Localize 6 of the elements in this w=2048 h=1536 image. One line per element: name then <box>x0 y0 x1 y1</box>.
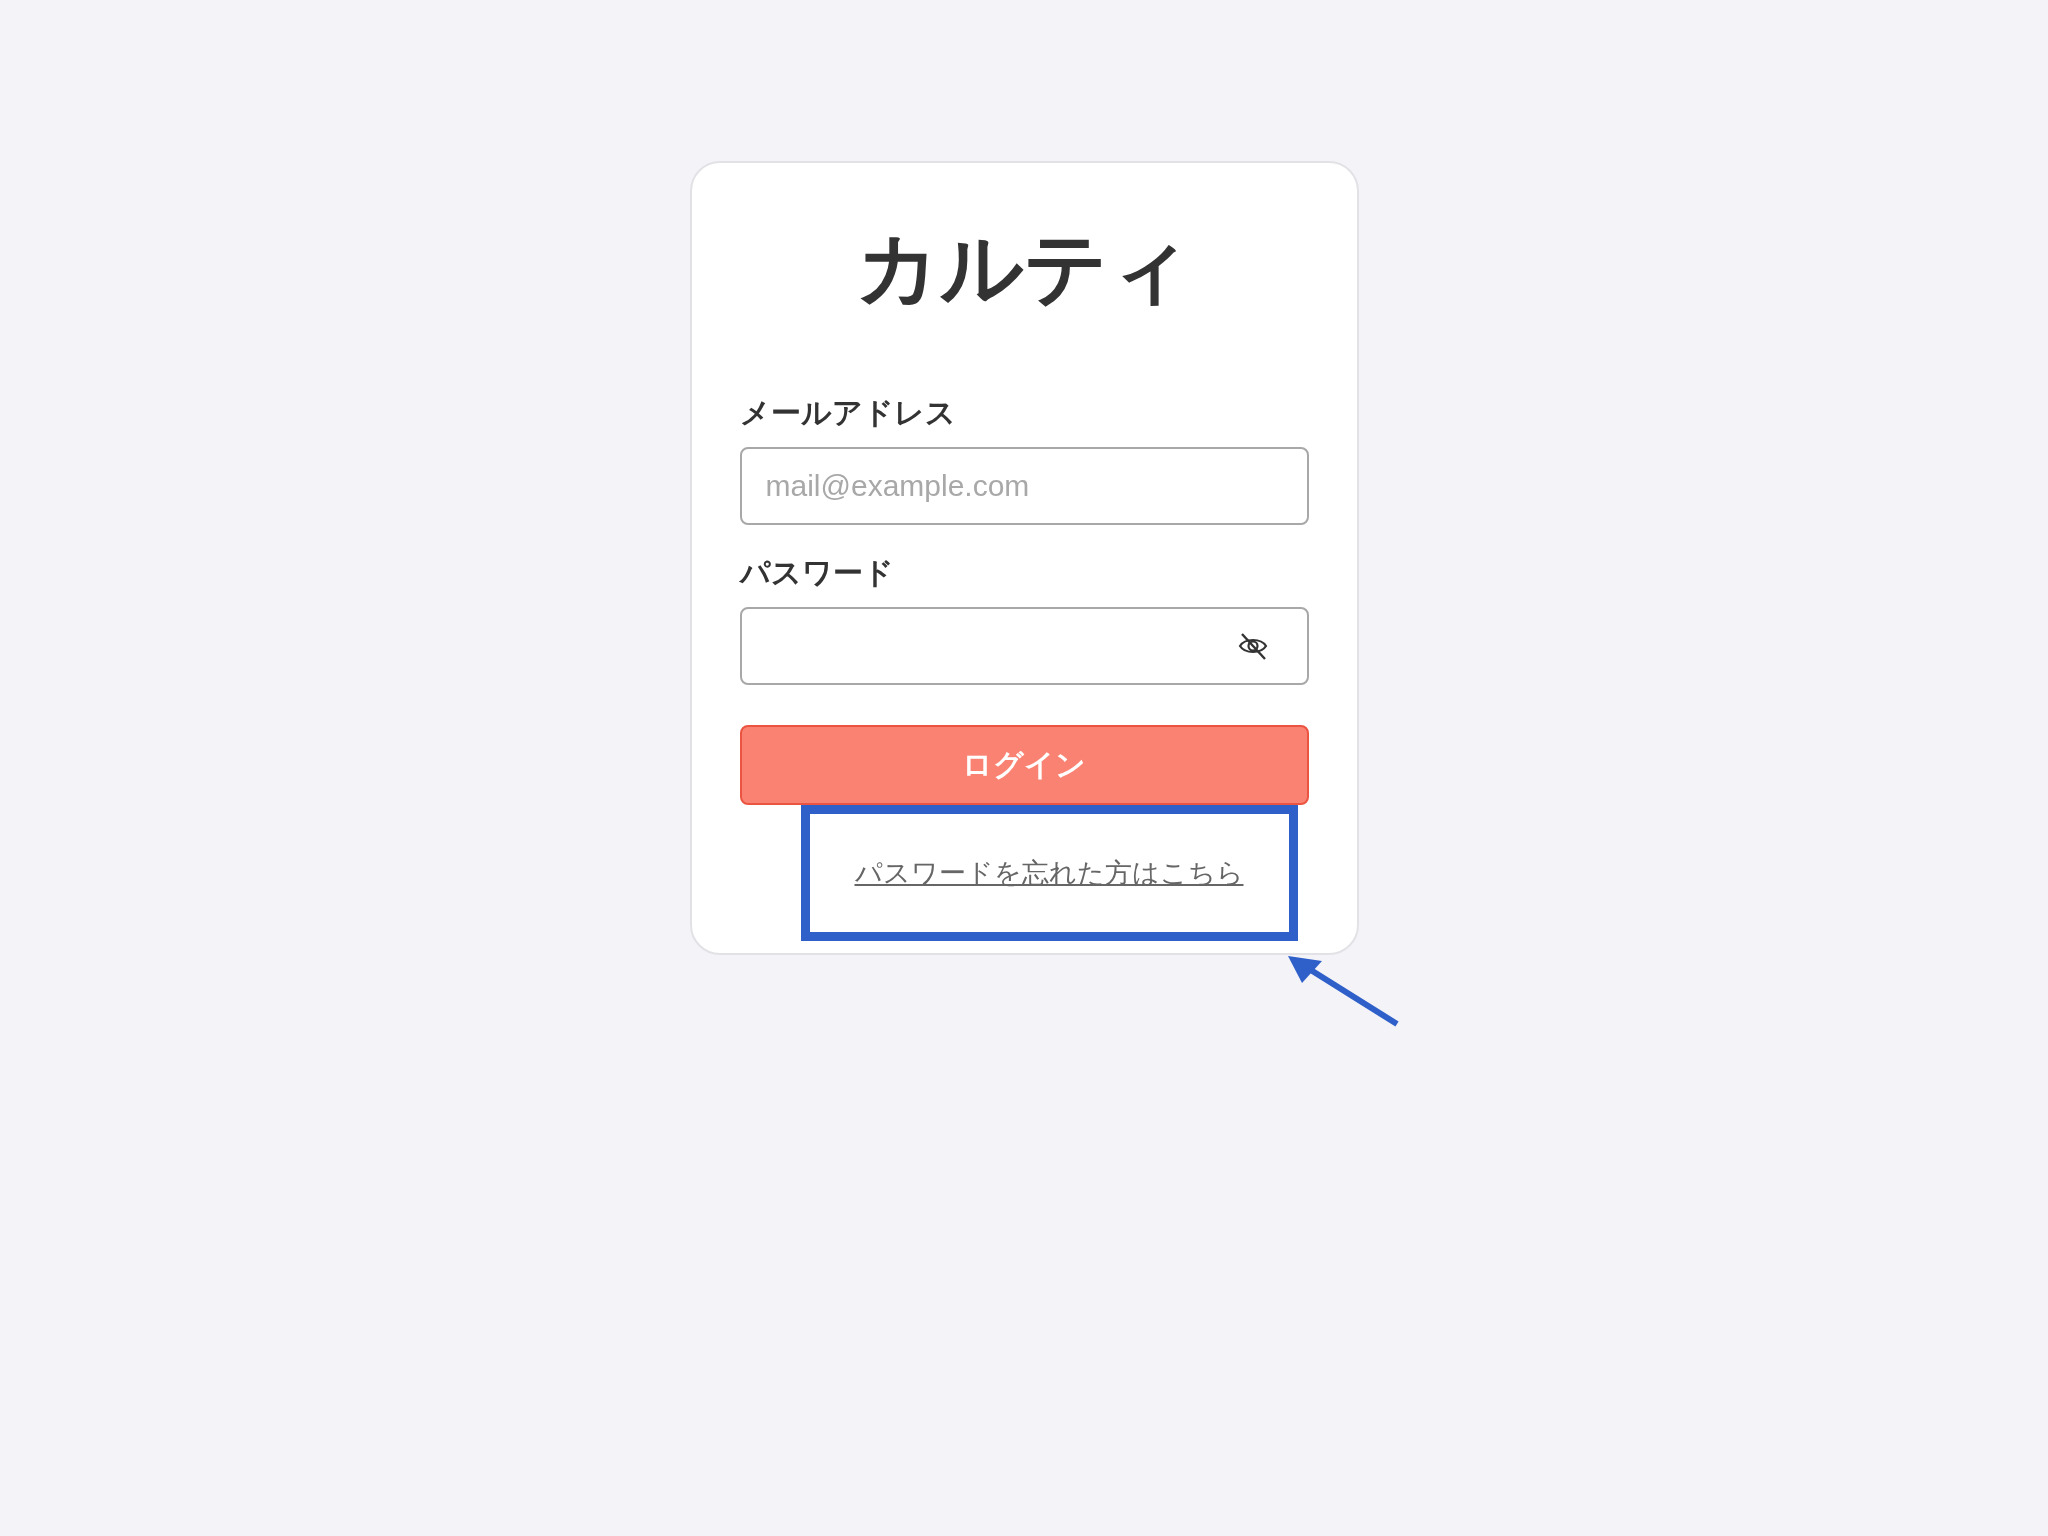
password-field[interactable] <box>739 607 1309 686</box>
email-field[interactable]: mail@example.com <box>739 447 1309 526</box>
forgot-password-link[interactable]: パスワードを忘れた方はこちら <box>854 855 1244 892</box>
logo: カルティ <box>856 219 1192 317</box>
field-label: メールアドレス <box>739 395 957 432</box>
field-label: パスワード <box>739 555 895 592</box>
